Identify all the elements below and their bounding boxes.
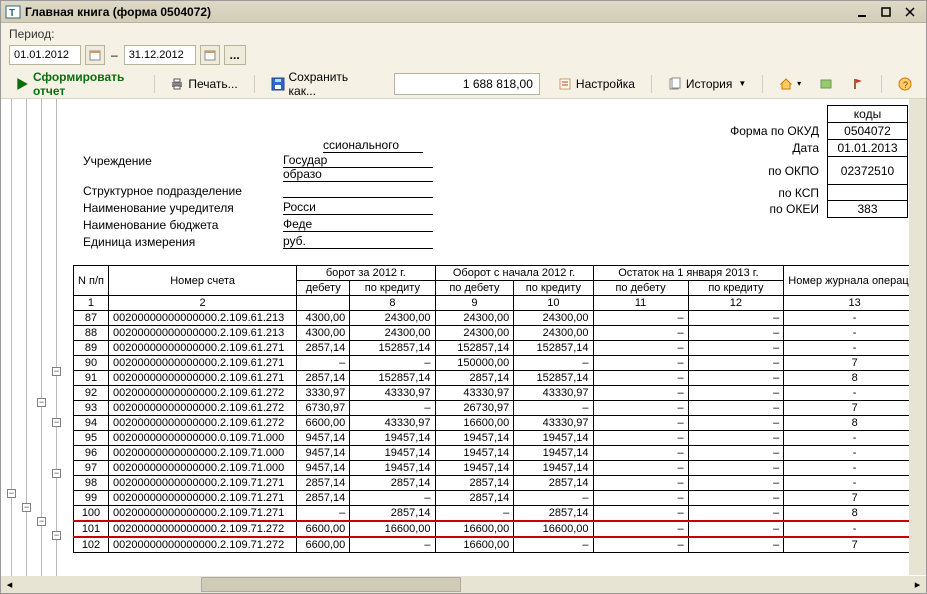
help-button[interactable]: ?: [892, 73, 918, 95]
table-row[interactable]: 9500200000000000000.0.109.71.0009457,141…: [74, 431, 926, 446]
date-dash: –: [111, 48, 118, 62]
form-report-button[interactable]: Сформировать отчет: [9, 73, 144, 95]
date-from-input[interactable]: 01.01.2012: [9, 45, 81, 65]
table-row[interactable]: 9400200000000000000.2.109.61.2726600,004…: [74, 416, 926, 431]
vertical-scrollbar[interactable]: [909, 99, 926, 575]
save-as-button[interactable]: Сохранить как...: [265, 73, 369, 95]
table-row[interactable]: 9000200000000000000.2.109.61.271––150000…: [74, 356, 926, 371]
founder-label: Наименование учредителя: [83, 201, 283, 215]
data-table: N п/п Номер счета борот за 2012 г. Оборо…: [73, 265, 926, 553]
home-icon: [779, 77, 793, 91]
outline-toggle[interactable]: −: [52, 418, 61, 427]
wrench-icon: [819, 77, 833, 91]
outline-toggle[interactable]: −: [37, 398, 46, 407]
table-row[interactable]: 8900200000000000000.2.109.61.2712857,141…: [74, 341, 926, 356]
scroll-left-button[interactable]: ◂: [1, 576, 18, 593]
report-body: коды Форма по ОКУД0504072 Дата01.01.2013…: [73, 99, 926, 592]
diskette-icon: [271, 77, 285, 91]
institution-label: Учреждение: [83, 154, 283, 168]
close-button[interactable]: [902, 3, 922, 21]
printer-icon: [170, 77, 184, 91]
table-row[interactable]: 9100200000000000000.2.109.61.2712857,141…: [74, 371, 926, 386]
minimize-button[interactable]: [854, 3, 874, 21]
outline-toggle[interactable]: −: [37, 517, 46, 526]
history-button[interactable]: История ▼: [662, 73, 752, 95]
maximize-button[interactable]: [878, 3, 898, 21]
table-row[interactable]: 9900200000000000000.2.109.71.2712857,14–…: [74, 491, 926, 506]
svg-text:?: ?: [903, 80, 908, 90]
table-row[interactable]: 9200200000000000000.2.109.61.2723330,974…: [74, 386, 926, 401]
outline-toggle[interactable]: −: [52, 367, 61, 376]
tool-home-button[interactable]: ▾: [773, 73, 807, 95]
table-row[interactable]: 10000200000000000000.2.109.71.271–2857,1…: [74, 506, 926, 522]
print-button[interactable]: Печать...: [164, 73, 243, 95]
table-row[interactable]: 10100200000000000000.2.109.71.2726600,00…: [74, 521, 926, 537]
outline-gutter: − − − − − − − −: [1, 99, 73, 592]
window-title: Главная книга (форма 0504072): [25, 5, 211, 19]
date-to-input[interactable]: 31.12.2012: [124, 45, 196, 65]
svg-text:T: T: [9, 8, 15, 19]
play-icon: [15, 77, 29, 91]
app-icon: T: [5, 4, 21, 20]
period-row: Период:: [1, 23, 926, 45]
toolbar: Сформировать отчет Печать... Сохранить к…: [1, 69, 926, 99]
table-row[interactable]: 9700200000000000000.2.109.71.0009457,141…: [74, 461, 926, 476]
outline-toggle[interactable]: −: [7, 489, 16, 498]
codes-table: коды Форма по ОКУД0504072 Дата01.01.2013…: [722, 105, 908, 218]
tool-config-button[interactable]: [813, 73, 839, 95]
scroll-right-button[interactable]: ▸: [909, 576, 926, 593]
period-more-button[interactable]: ...: [224, 45, 246, 65]
table-row[interactable]: 8800200000000000000.2.109.61.2134300,002…: [74, 326, 926, 341]
table-row[interactable]: 10200200000000000000.2.109.71.2726600,00…: [74, 537, 926, 553]
table-row[interactable]: 9300200000000000000.2.109.61.2726730,97–…: [74, 401, 926, 416]
period-label: Период:: [9, 27, 54, 41]
unit-label: Единица измерения: [83, 235, 283, 249]
subdiv-label: Структурное подразделение: [83, 184, 283, 198]
report-header: коды Форма по ОКУД0504072 Дата01.01.2013…: [73, 99, 926, 259]
horizontal-scrollbar[interactable]: ◂ ▸: [1, 576, 926, 593]
calendar-to-button[interactable]: [200, 45, 220, 65]
table-row[interactable]: 9800200000000000000.2.109.71.2712857,142…: [74, 476, 926, 491]
outline-toggle[interactable]: −: [52, 531, 61, 540]
title-bar: T Главная книга (форма 0504072): [1, 1, 926, 23]
table-row[interactable]: 9600200000000000000.2.109.71.0009457,141…: [74, 446, 926, 461]
flag-icon: [851, 77, 865, 91]
amount-display[interactable]: 1 688 818,00: [394, 73, 540, 95]
settings-icon: [558, 77, 572, 91]
budget-label: Наименование бюджета: [83, 218, 283, 232]
report-area: − − − − − − − − коды Форма по ОКУД050407…: [1, 99, 926, 592]
tool-star-button[interactable]: [845, 73, 871, 95]
outline-toggle[interactable]: −: [52, 469, 61, 478]
settings-button[interactable]: Настройка: [552, 73, 641, 95]
scroll-thumb[interactable]: [201, 577, 461, 592]
history-icon: [668, 77, 682, 91]
calendar-from-button[interactable]: [85, 45, 105, 65]
outline-toggle[interactable]: −: [22, 503, 31, 512]
table-row[interactable]: 8700200000000000000.2.109.61.2134300,002…: [74, 311, 926, 326]
help-icon: ?: [898, 77, 912, 91]
